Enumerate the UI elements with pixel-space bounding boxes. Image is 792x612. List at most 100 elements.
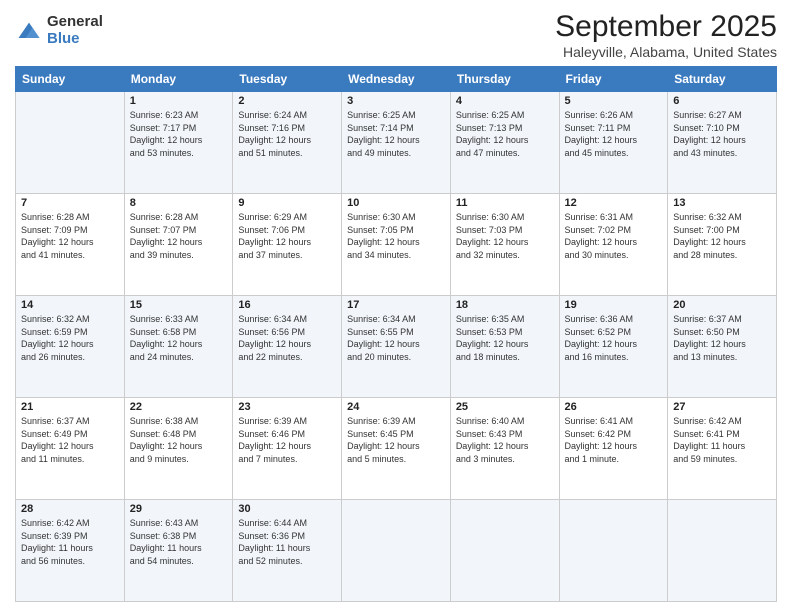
- logo-icon: [15, 17, 43, 45]
- table-row: 11 Sunrise: 6:30 AMSunset: 7:03 PMDayligh…: [450, 194, 559, 296]
- table-row: 2Sunrise: 6:24 AMSunset: 7:16 PMDaylight…: [233, 92, 342, 194]
- table-row: 25 Sunrise: 6:40 AMSunset: 6:43 PMDayligh…: [450, 398, 559, 500]
- day-info: Sunrise: 6:32 AMSunset: 6:59 PMDaylight:…: [21, 313, 119, 363]
- col-tuesday: Tuesday: [233, 67, 342, 92]
- calendar-week-row: 7 Sunrise: 6:28 AMSunset: 7:09 PMDaylight…: [16, 194, 777, 296]
- table-row: 9 Sunrise: 6:29 AMSunset: 7:06 PMDaylight…: [233, 194, 342, 296]
- day-info: Sunrise: 6:28 AMSunset: 7:09 PMDaylight:…: [21, 211, 119, 261]
- title-block: September 2025 Haleyville, Alabama, Unit…: [555, 10, 777, 60]
- day-number: 3: [347, 95, 445, 107]
- day-info: Sunrise: 6:41 AMSunset: 6:42 PMDaylight:…: [565, 415, 663, 465]
- day-number: 20: [673, 299, 771, 311]
- table-row: 23 Sunrise: 6:39 AMSunset: 6:46 PMDayligh…: [233, 398, 342, 500]
- day-number: 4: [456, 95, 554, 107]
- table-row: 10 Sunrise: 6:30 AMSunset: 7:05 PMDayligh…: [342, 194, 451, 296]
- table-row: 24 Sunrise: 6:39 AMSunset: 6:45 PMDayligh…: [342, 398, 451, 500]
- day-number: 18: [456, 299, 554, 311]
- day-info: Sunrise: 6:40 AMSunset: 6:43 PMDaylight:…: [456, 415, 554, 465]
- col-friday: Friday: [559, 67, 668, 92]
- calendar-title: September 2025: [555, 10, 777, 44]
- table-row: 22 Sunrise: 6:38 AMSunset: 6:48 PMDayligh…: [124, 398, 233, 500]
- day-number: 9: [238, 197, 336, 209]
- day-info: Sunrise: 6:39 AMSunset: 6:46 PMDaylight:…: [238, 415, 336, 465]
- day-info: Sunrise: 6:25 AMSunset: 7:14 PMDaylight:…: [347, 109, 445, 159]
- day-info: Sunrise: 6:32 AMSunset: 7:00 PMDaylight:…: [673, 211, 771, 261]
- day-info: Sunrise: 6:26 AMSunset: 7:11 PMDaylight:…: [565, 109, 663, 159]
- day-number: 26: [565, 401, 663, 413]
- table-row: [450, 500, 559, 602]
- day-info: Sunrise: 6:25 AMSunset: 7:13 PMDaylight:…: [456, 109, 554, 159]
- table-row: 16Sunrise: 6:34 AMSunset: 6:56 PMDayligh…: [233, 296, 342, 398]
- day-info: Sunrise: 6:44 AMSunset: 6:36 PMDaylight:…: [238, 517, 336, 567]
- header: General Blue September 2025 Haleyville, …: [15, 10, 777, 60]
- table-row: 1Sunrise: 6:23 AMSunset: 7:17 PMDaylight…: [124, 92, 233, 194]
- day-info: Sunrise: 6:36 AMSunset: 6:52 PMDaylight:…: [565, 313, 663, 363]
- day-info: Sunrise: 6:35 AMSunset: 6:53 PMDaylight:…: [456, 313, 554, 363]
- day-info: Sunrise: 6:30 AMSunset: 7:05 PMDaylight:…: [347, 211, 445, 261]
- day-number: 5: [565, 95, 663, 107]
- day-number: 15: [130, 299, 228, 311]
- table-row: 12Sunrise: 6:31 AMSunset: 7:02 PMDayligh…: [559, 194, 668, 296]
- day-number: 14: [21, 299, 119, 311]
- calendar-week-row: 14 Sunrise: 6:32 AMSunset: 6:59 PMDayligh…: [16, 296, 777, 398]
- day-number: 7: [21, 197, 119, 209]
- table-row: 13 Sunrise: 6:32 AMSunset: 7:00 PMDayligh…: [668, 194, 777, 296]
- table-row: 26 Sunrise: 6:41 AMSunset: 6:42 PMDayligh…: [559, 398, 668, 500]
- day-number: 6: [673, 95, 771, 107]
- calendar-table: Sunday Monday Tuesday Wednesday Thursday…: [15, 66, 777, 602]
- table-row: 30 Sunrise: 6:44 AMSunset: 6:36 PMDayligh…: [233, 500, 342, 602]
- logo-general: General: [47, 14, 103, 31]
- table-row: 3 Sunrise: 6:25 AMSunset: 7:14 PMDaylight…: [342, 92, 451, 194]
- day-info: Sunrise: 6:29 AMSunset: 7:06 PMDaylight:…: [238, 211, 336, 261]
- day-info: Sunrise: 6:28 AMSunset: 7:07 PMDaylight:…: [130, 211, 228, 261]
- table-row: 29Sunrise: 6:43 AMSunset: 6:38 PMDayligh…: [124, 500, 233, 602]
- day-number: 28: [21, 503, 119, 515]
- day-number: 12: [565, 197, 663, 209]
- day-number: 24: [347, 401, 445, 413]
- table-row: 17Sunrise: 6:34 AMSunset: 6:55 PMDayligh…: [342, 296, 451, 398]
- day-number: 17: [347, 299, 445, 311]
- day-info: Sunrise: 6:38 AMSunset: 6:48 PMDaylight:…: [130, 415, 228, 465]
- table-row: [668, 500, 777, 602]
- day-number: 22: [130, 401, 228, 413]
- logo-text: General Blue: [47, 14, 103, 47]
- table-row: 15 Sunrise: 6:33 AMSunset: 6:58 PMDayligh…: [124, 296, 233, 398]
- day-info: Sunrise: 6:43 AMSunset: 6:38 PMDaylight:…: [130, 517, 228, 567]
- day-number: 23: [238, 401, 336, 413]
- table-row: 19Sunrise: 6:36 AMSunset: 6:52 PMDayligh…: [559, 296, 668, 398]
- day-number: 2: [238, 95, 336, 107]
- day-info: Sunrise: 6:34 AMSunset: 6:56 PMDaylight:…: [238, 313, 336, 363]
- day-number: 11: [456, 197, 554, 209]
- table-row: 6 Sunrise: 6:27 AMSunset: 7:10 PMDaylight…: [668, 92, 777, 194]
- col-saturday: Saturday: [668, 67, 777, 92]
- table-row: 8Sunrise: 6:28 AMSunset: 7:07 PMDaylight…: [124, 194, 233, 296]
- table-row: [342, 500, 451, 602]
- day-info: Sunrise: 6:37 AMSunset: 6:49 PMDaylight:…: [21, 415, 119, 465]
- col-sunday: Sunday: [16, 67, 125, 92]
- col-thursday: Thursday: [450, 67, 559, 92]
- day-info: Sunrise: 6:30 AMSunset: 7:03 PMDaylight:…: [456, 211, 554, 261]
- calendar-week-row: 1Sunrise: 6:23 AMSunset: 7:17 PMDaylight…: [16, 92, 777, 194]
- day-number: 10: [347, 197, 445, 209]
- day-info: Sunrise: 6:39 AMSunset: 6:45 PMDaylight:…: [347, 415, 445, 465]
- logo: General Blue: [15, 14, 103, 47]
- day-number: 27: [673, 401, 771, 413]
- day-info: Sunrise: 6:33 AMSunset: 6:58 PMDaylight:…: [130, 313, 228, 363]
- logo-blue: Blue: [47, 31, 103, 48]
- table-row: 28Sunrise: 6:42 AMSunset: 6:39 PMDayligh…: [16, 500, 125, 602]
- day-number: 13: [673, 197, 771, 209]
- day-info: Sunrise: 6:42 AMSunset: 6:41 PMDaylight:…: [673, 415, 771, 465]
- table-row: 20Sunrise: 6:37 AMSunset: 6:50 PMDayligh…: [668, 296, 777, 398]
- calendar-week-row: 21Sunrise: 6:37 AMSunset: 6:49 PMDayligh…: [16, 398, 777, 500]
- calendar-subtitle: Haleyville, Alabama, United States: [555, 44, 777, 60]
- col-monday: Monday: [124, 67, 233, 92]
- table-row: 27 Sunrise: 6:42 AMSunset: 6:41 PMDayligh…: [668, 398, 777, 500]
- day-info: Sunrise: 6:27 AMSunset: 7:10 PMDaylight:…: [673, 109, 771, 159]
- table-row: 5 Sunrise: 6:26 AMSunset: 7:11 PMDaylight…: [559, 92, 668, 194]
- calendar-week-row: 28Sunrise: 6:42 AMSunset: 6:39 PMDayligh…: [16, 500, 777, 602]
- table-row: 18 Sunrise: 6:35 AMSunset: 6:53 PMDayligh…: [450, 296, 559, 398]
- day-number: 25: [456, 401, 554, 413]
- day-number: 30: [238, 503, 336, 515]
- calendar-header-row: Sunday Monday Tuesday Wednesday Thursday…: [16, 67, 777, 92]
- table-row: 7 Sunrise: 6:28 AMSunset: 7:09 PMDaylight…: [16, 194, 125, 296]
